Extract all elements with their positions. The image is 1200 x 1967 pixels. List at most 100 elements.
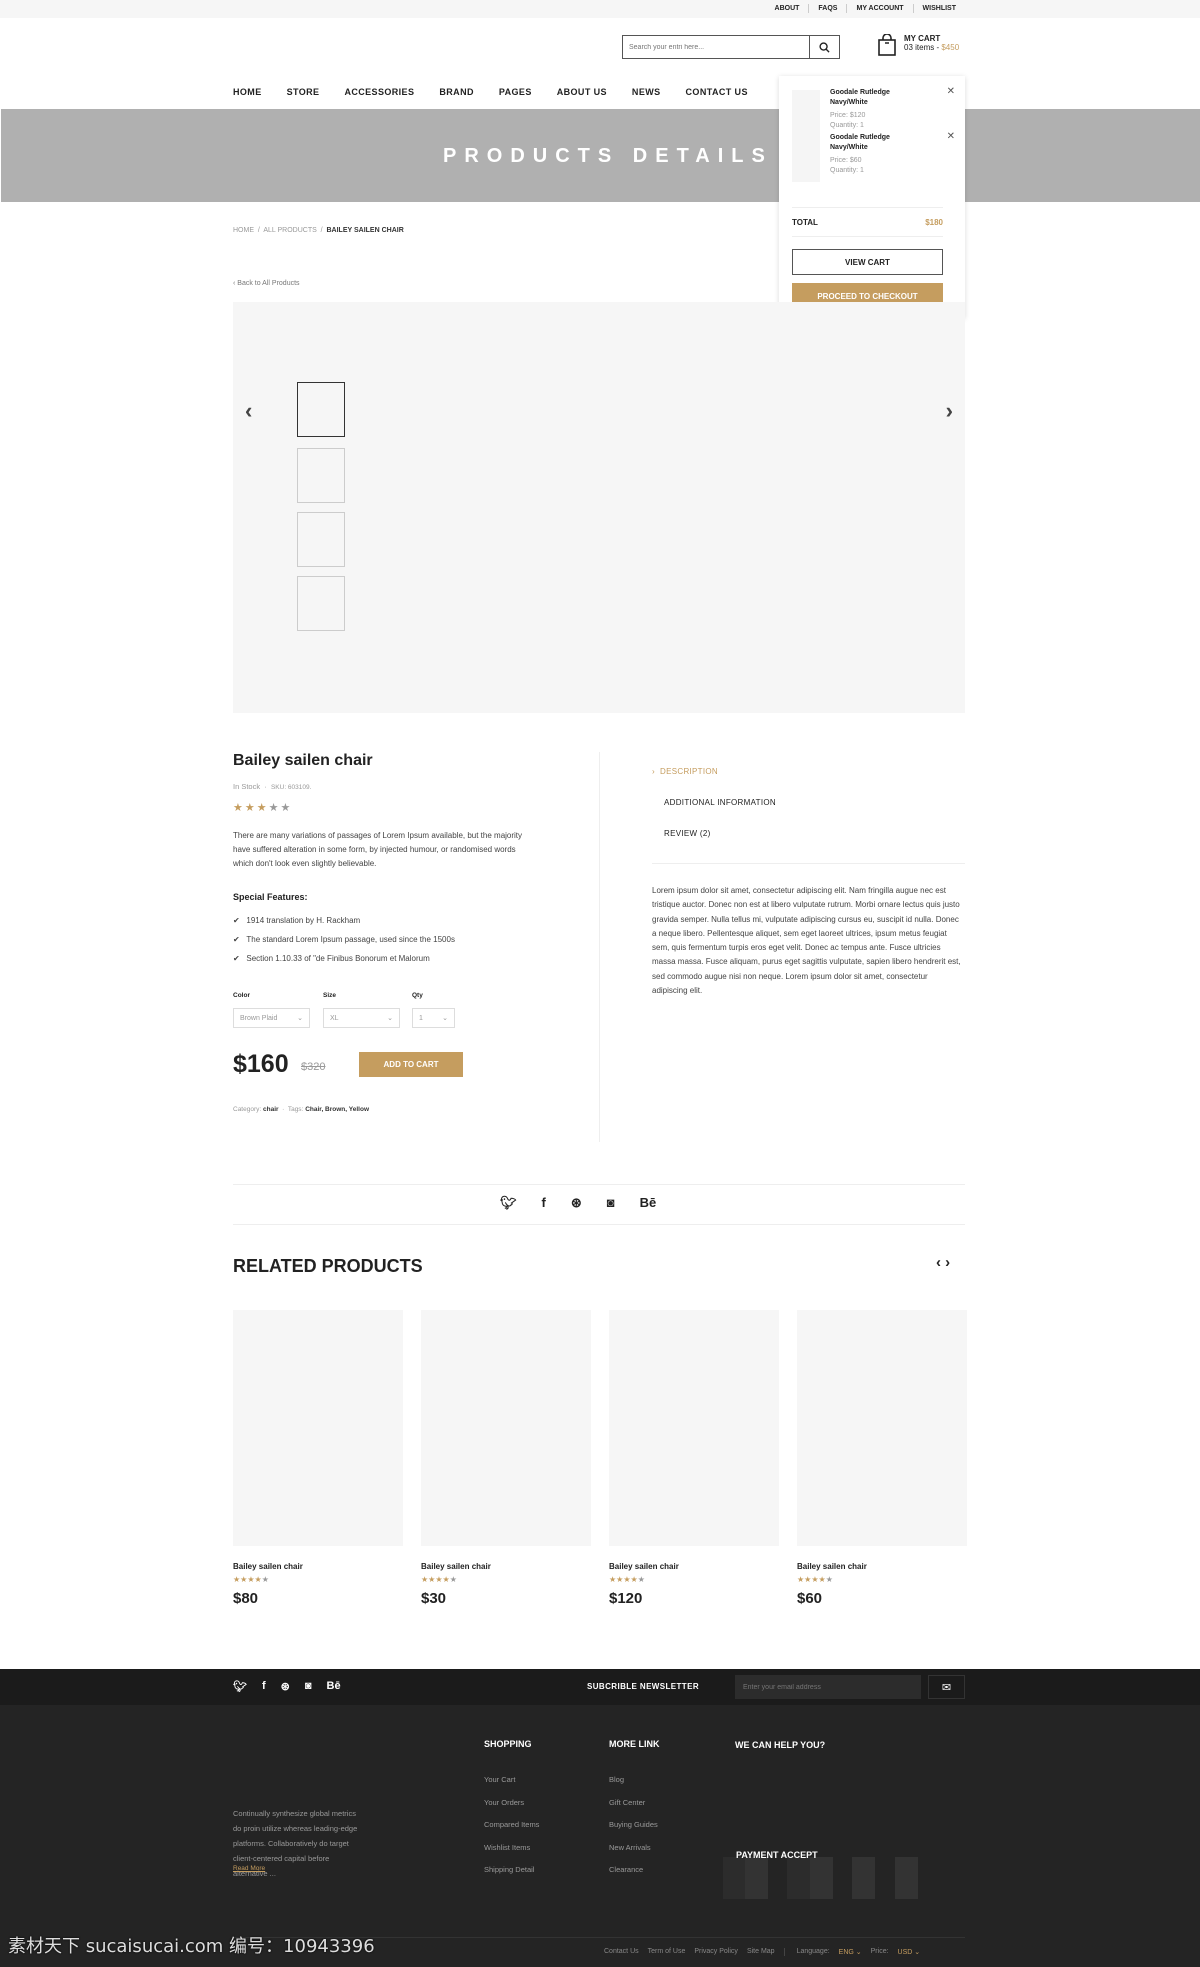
top-link-account[interactable]: MY ACCOUNT [846, 4, 912, 13]
tags-links[interactable]: Chair, Brown, Yellow [305, 1106, 369, 1113]
footer-link-terms[interactable]: Term of Use [648, 1948, 686, 1956]
nav-about[interactable]: ABOUT US [557, 87, 607, 97]
prev-icon[interactable]: ‹ [936, 1254, 941, 1271]
gallery-thumbnail[interactable] [297, 512, 345, 567]
behance-icon[interactable]: Bē [327, 1680, 341, 1693]
facebook-icon[interactable]: f [542, 1195, 546, 1211]
footer-link[interactable]: Wishlist Items [484, 1843, 530, 1852]
footer-link[interactable]: Shipping Detail [484, 1865, 534, 1874]
footer-link[interactable]: Clearance [609, 1865, 643, 1874]
qty-select[interactable]: 1 ⌄ [412, 1008, 455, 1028]
payment-logo [723, 1857, 746, 1899]
nav-store[interactable]: STORE [287, 87, 320, 97]
footer-link[interactable]: New Arrivals [609, 1843, 651, 1852]
instagram-icon[interactable]: ◙ [305, 1680, 312, 1693]
remove-item-icon[interactable]: ✕ [947, 131, 955, 142]
newsletter-submit-button[interactable]: ✉ [928, 1675, 965, 1699]
read-more-link[interactable]: Read More [233, 1865, 265, 1872]
cart-item-name[interactable]: Goodale Rutledge Navy/White [830, 88, 920, 108]
footer-link[interactable]: Compared Items [484, 1820, 539, 1829]
product-price: $160 [233, 1050, 289, 1078]
language-select[interactable]: ENG ⌄ [839, 1948, 862, 1956]
feature-item: ✔ The standard Lorem Ipsum passage, used… [233, 935, 455, 944]
top-link-wishlist[interactable]: WISHLIST [912, 4, 965, 13]
behance-icon[interactable]: Bē [640, 1195, 657, 1211]
facebook-icon[interactable]: f [262, 1680, 266, 1693]
related-product-card[interactable]: Bailey sailen chair ★★★★★ $80 [233, 1310, 403, 1607]
tags-label: Tags: [287, 1106, 304, 1113]
footer-link[interactable]: Your Orders [484, 1798, 524, 1807]
nav-pages[interactable]: PAGES [499, 87, 532, 97]
gallery-prev-icon[interactable]: ‹ [245, 398, 252, 424]
footer-link-sitemap[interactable]: Site Map [747, 1948, 775, 1956]
nav-brand[interactable]: BRAND [439, 87, 474, 97]
instagram-icon[interactable]: ◙ [607, 1195, 615, 1211]
gallery-next-icon[interactable]: › [946, 398, 953, 424]
view-cart-button[interactable]: VIEW CART [792, 249, 943, 275]
currency-select[interactable]: USD ⌄ [898, 1948, 921, 1956]
tab-additional-information[interactable]: ADDITIONAL INFORMATION [664, 798, 776, 807]
twitter-icon[interactable]: 🐦︎ [233, 1680, 247, 1693]
qty-label: Qty [412, 992, 423, 999]
star-icon: ★ [256, 802, 269, 814]
tab-description[interactable]: › DESCRIPTION [652, 767, 718, 776]
product-image[interactable] [797, 1310, 967, 1546]
top-links: ABOUT FAQS MY ACCOUNT WISHLIST [766, 4, 965, 13]
breadcrumb-home[interactable]: HOME [233, 227, 254, 234]
footer-link[interactable]: Gift Center [609, 1798, 645, 1807]
nav-accessories[interactable]: ACCESSORIES [344, 87, 414, 97]
gallery-thumbnail[interactable] [297, 448, 345, 503]
gallery-thumbnail[interactable] [297, 576, 345, 631]
related-product-card[interactable]: Bailey sailen chair ★★★★★ $120 [609, 1310, 779, 1607]
category-label: Category: [233, 1106, 262, 1113]
footer-link[interactable]: Blog [609, 1775, 624, 1784]
nav-news[interactable]: NEWS [632, 87, 661, 97]
product-name[interactable]: Bailey sailen chair [609, 1562, 779, 1571]
add-to-cart-button[interactable]: ADD TO CART [359, 1052, 463, 1077]
cart-dropdown: Goodale Rutledge Navy/White Price: $120 Q… [779, 76, 965, 318]
back-link[interactable]: ‹ Back to All Products [233, 280, 300, 287]
twitter-icon[interactable]: 🐦︎ [500, 1195, 517, 1211]
product-name[interactable]: Bailey sailen chair [421, 1562, 591, 1571]
nav-home[interactable]: HOME [233, 87, 262, 97]
dribbble-icon[interactable]: ⊛ [571, 1195, 582, 1211]
color-select[interactable]: Brown Plaid ⌄ [233, 1008, 310, 1028]
top-link-about[interactable]: ABOUT [766, 4, 809, 13]
top-link-faqs[interactable]: FAQS [808, 4, 846, 13]
star-icon: ★ [247, 1575, 255, 1584]
related-product-card[interactable]: Bailey sailen chair ★★★★★ $30 [421, 1310, 591, 1607]
size-select[interactable]: XL ⌄ [323, 1008, 400, 1028]
top-bar [0, 0, 1200, 18]
cart-item: Goodale Rutledge Navy/White Price: $60 Qu… [792, 121, 955, 182]
nav-contact[interactable]: CONTACT US [686, 87, 748, 97]
gallery-thumbnail[interactable] [297, 382, 345, 437]
related-product-card[interactable]: Bailey sailen chair ★★★★★ $60 [797, 1310, 967, 1607]
search-input[interactable] [623, 36, 809, 58]
cart-item-image [792, 135, 820, 182]
newsletter-email-input[interactable] [735, 1675, 921, 1699]
cart-item-name[interactable]: Goodale Rutledge Navy/White [830, 133, 920, 153]
chevron-down-icon: ⌄ [297, 1015, 303, 1022]
category-link[interactable]: chair [263, 1106, 279, 1113]
next-icon[interactable]: › [945, 1254, 950, 1271]
product-image[interactable] [609, 1310, 779, 1546]
footer-link[interactable]: Buying Guides [609, 1820, 658, 1829]
product-name[interactable]: Bailey sailen chair [233, 1562, 403, 1571]
mail-icon: ✉ [941, 1681, 952, 1694]
footer-link-privacy[interactable]: Privacy Policy [694, 1948, 738, 1956]
footer-link[interactable]: Your Cart [484, 1775, 515, 1784]
product-image[interactable] [233, 1310, 403, 1546]
footer-link-contact[interactable]: Contact Us [604, 1948, 639, 1956]
search-button[interactable] [809, 36, 839, 58]
product-image[interactable] [421, 1310, 591, 1546]
cart-item-qty: Quantity: 1 [830, 167, 864, 174]
cart-item: Goodale Rutledge Navy/White Price: $120 Q… [792, 76, 955, 137]
cart-summary[interactable]: MY CART 03 items - $450 [878, 34, 959, 56]
remove-item-icon[interactable]: ✕ [947, 86, 955, 97]
dribbble-icon[interactable]: ⊛ [281, 1680, 290, 1693]
shopping-bag-icon [878, 34, 896, 56]
breadcrumb-all-products[interactable]: ALL PRODUCTS [263, 227, 316, 234]
star-icon: ★ [280, 802, 293, 814]
product-name[interactable]: Bailey sailen chair [797, 1562, 967, 1571]
tab-review[interactable]: REVIEW (2) [664, 829, 711, 838]
